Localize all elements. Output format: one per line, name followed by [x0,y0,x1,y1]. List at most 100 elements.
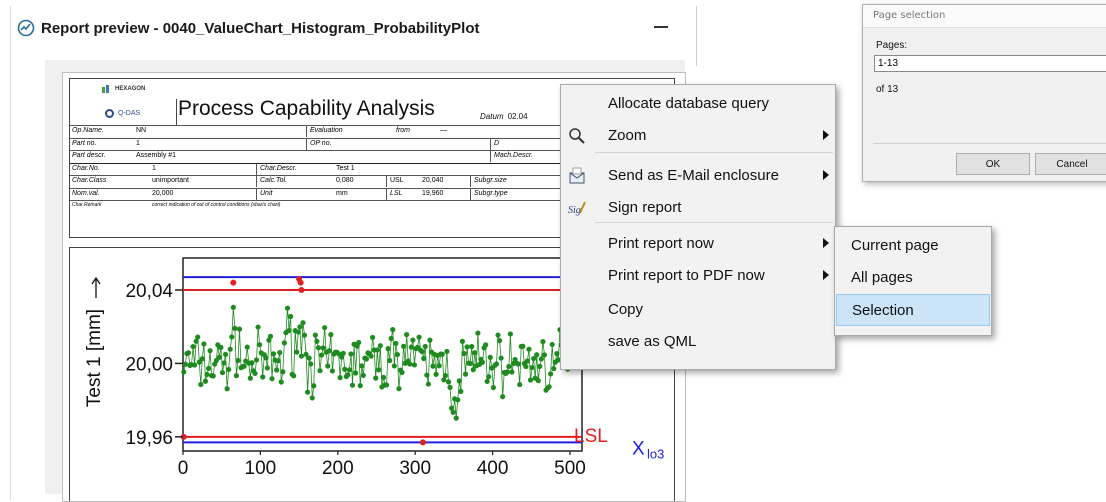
data-point [368,353,374,359]
data-point [190,343,196,350]
data-point [416,334,422,340]
menu-item-print-report-now[interactable]: Print report now [561,227,835,259]
char-class-value: unimportant [152,177,189,184]
char-descr-value: Test 1 [336,164,355,172]
data-point [380,374,387,380]
data-point [467,360,473,367]
data-point [387,357,393,364]
submenu-item-current-page[interactable]: Current page [836,229,990,261]
data-point [498,355,504,361]
row-divider [256,188,257,200]
qdas-logo-icon [105,109,114,118]
data-point [291,373,297,379]
usl-label: USL [390,177,404,184]
calc-tol-label: Calc.Tol. [260,177,287,184]
row-divider [256,176,257,187]
data-point [199,356,205,362]
data-point [524,358,531,364]
data-point [442,372,448,379]
data-point [410,337,416,343]
data-point [469,343,475,350]
data-point [546,384,552,390]
data-point [195,334,201,340]
submenu-arrow-icon [823,170,829,180]
data-point [408,344,414,350]
data-point [241,363,247,369]
unit-label: Unit [260,189,273,197]
row-divider [470,188,471,200]
menu-item-send-as-e-mail-enclosure[interactable]: Send as E-Mail enclosure [561,159,835,191]
char-no-value: 1 [152,164,156,172]
data-point [284,305,291,311]
data-point [264,365,270,371]
ok-button[interactable]: OK [956,153,1030,175]
data-point [181,369,187,375]
menu-item-zoom[interactable]: Zoom [561,119,835,151]
data-point [490,384,496,391]
cancel-button[interactable]: Cancel [1035,153,1106,175]
data-point [363,356,370,362]
data-point [359,363,365,369]
y-tick-label: 20,04 [125,281,173,302]
submenu-item-all-pages[interactable]: All pages [836,261,990,293]
nom-val-value: 20,000 [152,189,174,197]
data-point [257,342,263,348]
data-point [182,361,188,367]
minimize-button[interactable] [654,26,668,28]
data-point [456,378,462,384]
char-remark-label: Char.Remark [72,202,102,208]
data-point [309,395,315,401]
data-point [404,331,410,338]
data-point [278,379,284,385]
data-point [493,361,500,367]
data-point [346,367,353,373]
usl-value: 20,040 [422,177,444,184]
x-tick-label: 500 [554,458,586,479]
data-point [484,378,490,385]
data-point [300,320,306,326]
data-point [500,394,506,400]
data-point [233,373,240,379]
data-point [205,365,212,372]
dialog-divider [873,143,1106,144]
data-point [459,338,466,344]
data-point [376,367,382,373]
dialog-title-bar: Page selection [863,5,1106,28]
data-point [506,363,512,370]
svg-text:Sig: Sig [568,205,581,216]
data-point [192,362,198,368]
data-point [385,346,391,352]
menu-item-copy[interactable]: Copy [561,293,835,325]
data-point [529,364,535,371]
x-tick-label: 0 [178,458,189,479]
menu-item-label: Copy [608,300,644,318]
op-name-label: Op.Name. [72,127,104,134]
data-point [436,363,442,369]
title-divider [176,99,177,125]
data-point [255,324,261,330]
menu-item-label: save as QML [608,332,697,350]
data-point [537,363,543,370]
data-point [373,375,379,381]
menu-item-save-as-qml[interactable]: save as QML [561,325,835,357]
data-point [202,378,209,384]
row-divider [470,176,471,187]
char-remark-value: correct indication of out of control con… [152,202,281,208]
data-point [450,409,456,415]
menu-item-label: Send as E-Mail enclosure [608,166,779,184]
calc-tol-value: 0,080 [336,177,354,184]
data-point [394,351,400,358]
menu-item-sign-report[interactable]: Sig Sign report [561,191,835,223]
data-point [495,332,501,338]
menu-item-print-report-to-pdf-now[interactable]: Print report to PDF now [561,259,835,291]
data-point [421,355,427,362]
menu-item-allocate-database-query[interactable]: Allocate database query [561,87,835,119]
pages-input[interactable] [874,55,1106,72]
y-tick-label: 20,00 [125,354,173,375]
submenu-item-selection[interactable]: Selection [836,294,990,326]
data-point [374,347,380,353]
plot-frame [182,257,583,452]
submenu-item-label: All pages [851,268,913,286]
data-point [222,351,229,357]
page-selection-dialog: Page selection Pages: of 13 OK Cancel [862,4,1106,182]
